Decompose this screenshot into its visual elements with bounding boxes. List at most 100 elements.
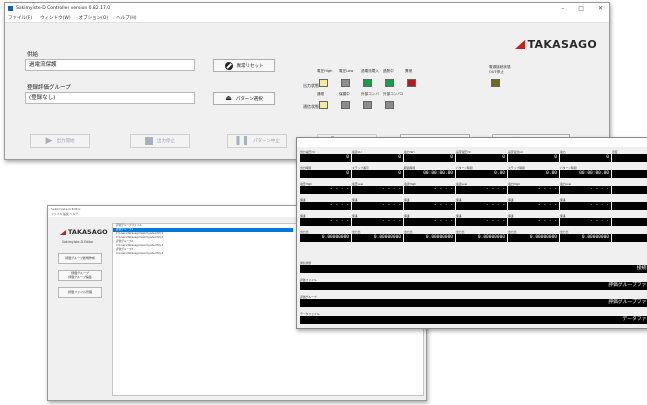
start-output-button[interactable]: ▶ 出力開始 xyxy=(30,134,90,148)
menu-option[interactable]: オプション(O) xyxy=(79,14,109,22)
power-status-indicator xyxy=(491,79,500,87)
comm-status-label: 通信状態 xyxy=(303,104,319,109)
monitor-cell: 保護 - - - - xyxy=(352,214,403,226)
pause-icon: ❚❚ xyxy=(234,136,250,146)
indicator-label: 保護中 xyxy=(339,92,350,96)
no-entry-icon xyxy=(224,61,233,70)
monitor-cell-value: 0 xyxy=(300,170,351,178)
monitor-cell-value: 0.00000000 xyxy=(352,234,403,242)
indicator-label: 外部コンバ2 xyxy=(383,92,404,96)
monitor-cell: パターン時間 00:00:00.00 xyxy=(560,166,611,178)
editor-app-name: Sakimyiste-D Editor xyxy=(62,240,94,244)
status-indicator xyxy=(363,79,372,87)
monitor-cell-value: 0 xyxy=(508,154,559,162)
monitor-cell: 保護 - - - - xyxy=(560,198,611,210)
monitor-status-row: 評価グループ評価グループファイル xyxy=(300,295,647,307)
status-row-value: 接続なし xyxy=(300,265,647,273)
monitor-cell: 出力比 0.00000000 xyxy=(456,230,507,242)
monitor-cell: 保護 - - - - xyxy=(404,214,455,226)
indicator-label: 電圧Low xyxy=(339,69,354,73)
close-icon[interactable]: ✕ xyxy=(598,3,603,14)
error-reset-label: 異常リセット xyxy=(236,63,264,69)
monitor-cell: 保護 - - - - xyxy=(560,214,611,226)
play-icon: ▶ xyxy=(45,136,53,146)
desktop: Sakimyiste-D Editor ファイル 編集 ヘルプ TAKASAGO… xyxy=(0,0,647,405)
monitor-cell-value: 00:00:00.00 xyxy=(404,170,455,178)
test-name-field[interactable]: 過電流保護 xyxy=(25,59,195,71)
monitor-cell: 出力比 0.00000000 xyxy=(560,230,611,242)
monitor-cell-value: - - - - xyxy=(456,202,507,210)
monitor-cell-value: 0.00000000 xyxy=(508,234,559,242)
monitor-cell-value: - - - - xyxy=(560,186,611,194)
status-indicator xyxy=(319,79,328,87)
menubar: ファイル(F) ウィンドウ(W) オプション(O) ヘルプ(H) xyxy=(5,14,609,23)
pattern-abort-label: パターン中止 xyxy=(253,139,280,144)
monitor-cell-value: - - - - xyxy=(456,218,507,226)
status-row-value: データファイル xyxy=(300,316,647,324)
status-indicator xyxy=(319,101,328,109)
monitor-cell-value: - - - xyxy=(612,170,647,178)
monitor-cell-value: 0.00000000 xyxy=(560,234,611,242)
menu-window[interactable]: ウィンドウ(W) xyxy=(40,14,70,22)
monitor-cell-value: - - - - xyxy=(560,218,611,226)
menu-file[interactable]: ファイル(F) xyxy=(8,14,32,22)
monitor-cell-value: 0.00 xyxy=(508,170,559,178)
logo-mark-icon xyxy=(60,229,66,235)
logo-mark-icon xyxy=(514,40,525,49)
monitor-cell: 保護 - - - - xyxy=(456,214,507,226)
monitor-cell: 保護 - - - - xyxy=(300,198,351,210)
minimize-icon[interactable]: – xyxy=(561,3,564,14)
monitor-cell: ステップ番号 0 xyxy=(352,166,403,178)
monitor-cell: 出力時間 0 xyxy=(300,166,351,178)
monitor-status-row: データファイルデータファイル xyxy=(300,312,647,324)
pattern-abort-button[interactable]: ❚❚ パターン中止 xyxy=(227,134,287,148)
new-group-button[interactable]: 評価グループ新規作成 xyxy=(58,253,102,264)
indicator-label: 外部コンバ xyxy=(361,92,379,96)
pattern-select-label: パターン選択 xyxy=(235,96,263,102)
pattern-select-button[interactable]: ⏏ パターン選択 xyxy=(213,92,275,105)
stop-icon xyxy=(145,137,153,145)
monitor-cell: - - - xyxy=(612,230,647,242)
monitor-cell-value: - - - - xyxy=(300,186,351,194)
monitor-status-row: 通信状態接続なし xyxy=(300,261,647,273)
monitor-cell: 電流High - - - - xyxy=(404,182,455,194)
edit-group-button[interactable]: 評価グループ 評価グループ編集 xyxy=(58,270,102,281)
test-name-label: 供給 xyxy=(27,52,39,58)
monitor-cell: 出力比 0.00000000 xyxy=(300,230,351,242)
status-row-value: 評価グループファイル xyxy=(300,299,647,307)
app-icon xyxy=(8,6,13,11)
monitor-cell-value: 0.00000000 xyxy=(300,234,351,242)
monitor-cell: 電圧High - - - - xyxy=(300,182,351,194)
monitor-status-row: 評価ファイル評価グループファイル xyxy=(300,278,647,290)
monitor-cell: 保護 - - - - xyxy=(508,214,559,226)
error-reset-button[interactable]: 異常リセット xyxy=(213,59,275,72)
window-title: Sakimyiste-D Controller version 0.82.17.… xyxy=(16,6,111,11)
indicator-label: 電圧High xyxy=(317,69,333,73)
monitor-cell: 電圧Low - - - - xyxy=(352,182,403,194)
status-indicator xyxy=(341,101,350,109)
monitor-cell: パターン時間 0.00 xyxy=(456,166,507,178)
monitor-cell-value: - - - - xyxy=(456,186,507,194)
menu-help[interactable]: ヘルプ(H) xyxy=(116,14,136,22)
eject-icon: ⏏ xyxy=(225,94,232,102)
editor-logo-text: TAKASAGO xyxy=(68,228,108,236)
stop-output-button[interactable]: 出力停止 xyxy=(130,134,190,148)
monitor-cell: 保護 - - - - xyxy=(404,198,455,210)
monitor-cell-value: 0 xyxy=(352,154,403,162)
monitor-cell: 経過時間 00:00:00.00 xyxy=(404,166,455,178)
window-controls: – □ ✕ xyxy=(561,3,603,14)
monitor-cell-value: 0.00000000 xyxy=(456,234,507,242)
monitor-cell-value: 0 xyxy=(352,170,403,178)
start-output-label: 出力開始 xyxy=(56,139,75,144)
monitor-cell: 電力 0 xyxy=(560,150,611,162)
monitor-cell: ステップ時間 0.00 xyxy=(508,166,559,178)
maximize-icon[interactable]: □ xyxy=(578,3,584,14)
monitor-cell: 出力電圧(V) 0 xyxy=(300,150,351,162)
monitor-cell-value: 0 xyxy=(300,154,351,162)
monitor-cell-value: 0 xyxy=(456,154,507,162)
status-indicator xyxy=(385,101,394,109)
monitor-cell-value: 0 xyxy=(560,154,611,162)
stop-output-label: 出力停止 xyxy=(157,139,175,144)
file-manage-button[interactable]: 評価ファイル管理 xyxy=(58,287,102,298)
eval-group-field[interactable]: (登録なし) xyxy=(25,92,195,104)
